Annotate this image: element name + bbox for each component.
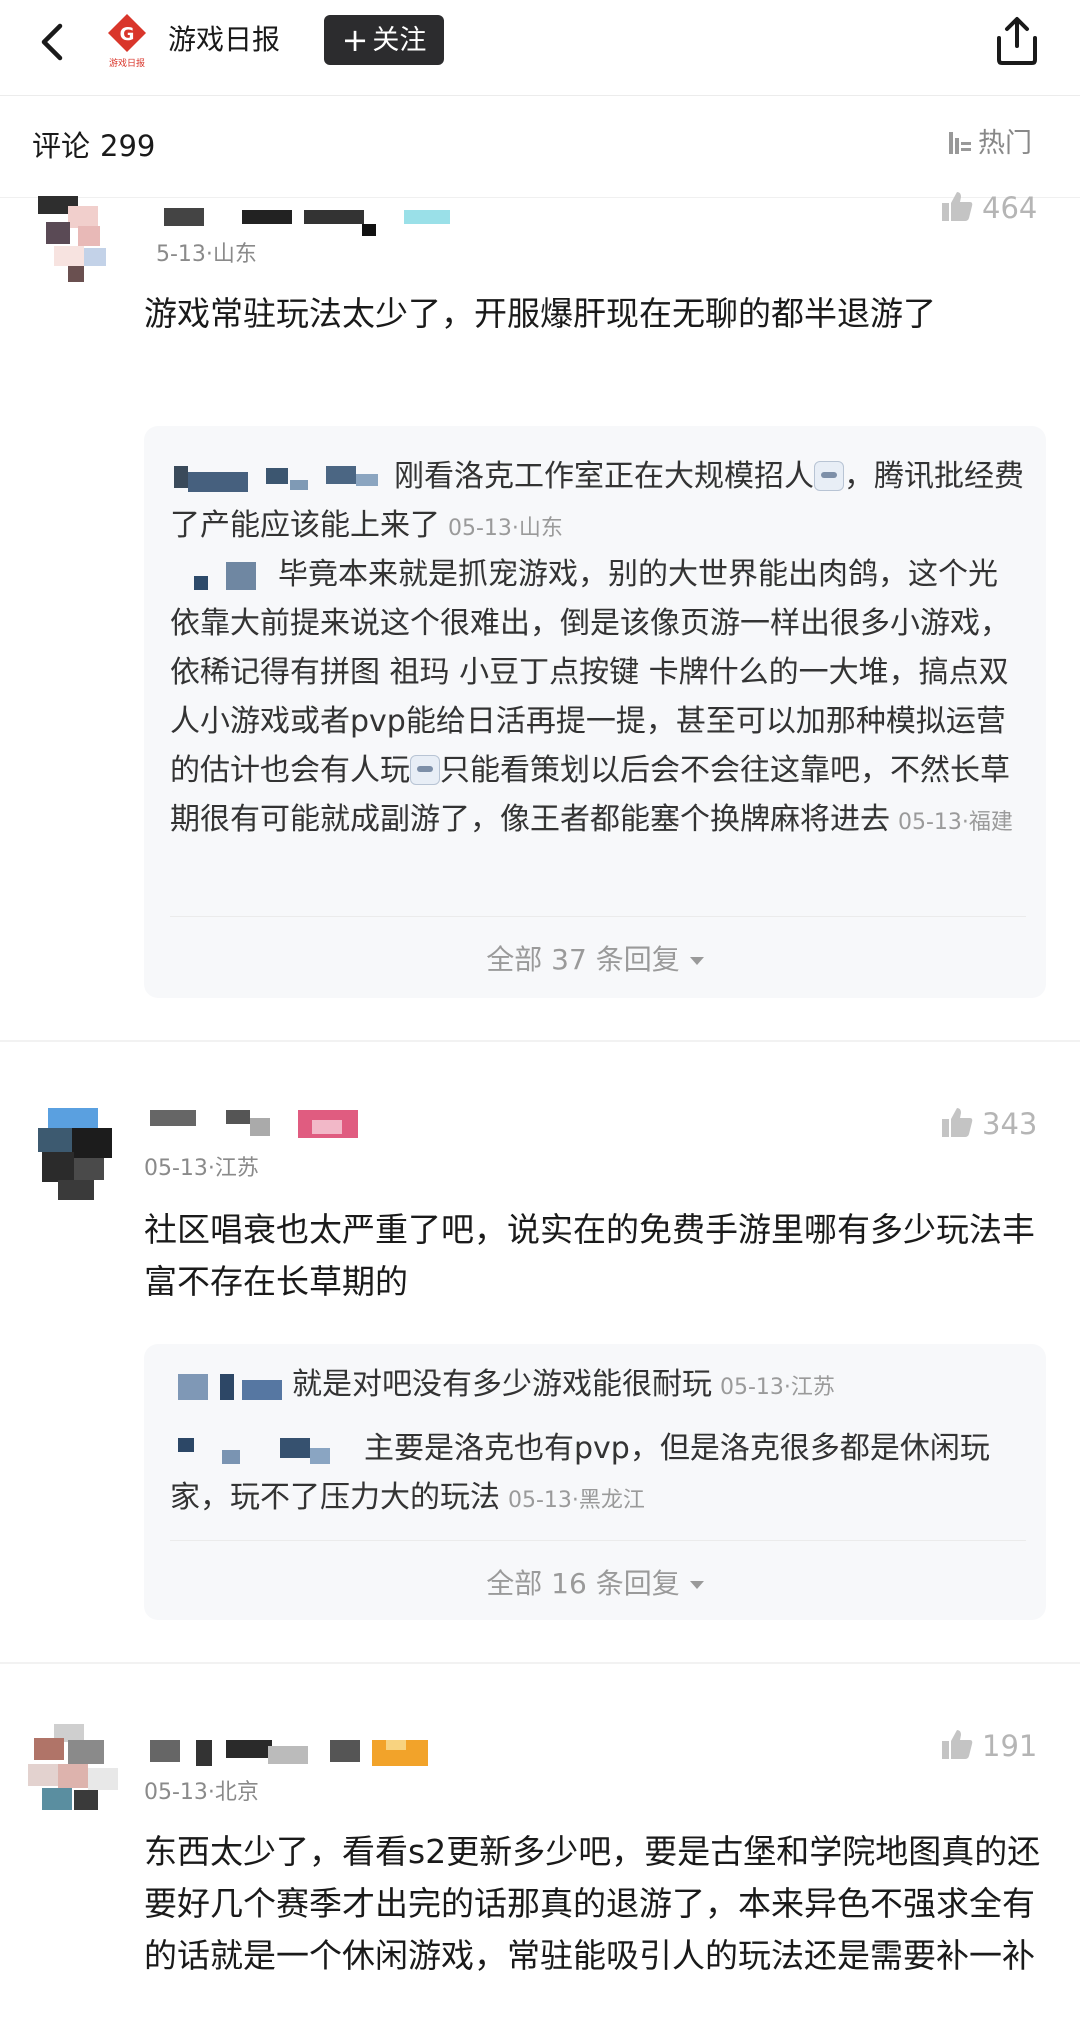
like-button[interactable]: 191 <box>940 1726 1037 1766</box>
reply-username-masked <box>170 1370 292 1400</box>
reply-text: 刚看洛克工作室正在大规模招人 <box>394 459 814 494</box>
username-masked[interactable] <box>150 1110 410 1138</box>
avatar[interactable] <box>28 1724 124 1820</box>
reply-item[interactable]: 主要是洛克也有pvp，但是洛克很多都是休闲玩家，玩不了压力大的玩法 05-13·黑… <box>170 1424 1026 1525</box>
like-count: 464 <box>982 191 1038 225</box>
reply-thread: 刚看洛克工作室正在大规模招人 ，腾讯批经费了产能应该能上来了 05-13·山东 毕竟… <box>144 426 1046 998</box>
sort-toggle[interactable]: 热门 <box>944 124 1032 164</box>
reply-text: 就是对吧没有多少游戏能很耐玩 <box>292 1367 712 1402</box>
avatar[interactable] <box>28 196 124 292</box>
reply-item[interactable]: 刚看洛克工作室正在大规模招人 ，腾讯批经费了产能应该能上来了 05-13·山东 <box>170 452 1026 553</box>
logo-caption: 游戏日报 <box>109 57 145 69</box>
follow-button[interactable]: + 关注 <box>324 15 444 65</box>
like-count: 191 <box>982 1729 1038 1763</box>
view-all-replies-button[interactable]: 全部 37 条回复 <box>144 940 1046 980</box>
comment-text[interactable]: 社区唱衰也太严重了吧，说实在的免费手游里哪有多少玩法丰富不存在长草期的 <box>144 1204 1044 1308</box>
view-all-replies-button[interactable]: 全部 16 条回复 <box>144 1564 1046 1604</box>
comment-count: 评论 299 <box>32 126 155 166</box>
account-name[interactable]: 游戏日报 <box>168 20 280 60</box>
account-logo[interactable]: G 游戏日报 <box>104 12 150 70</box>
reply-username-masked <box>170 560 278 590</box>
sort-label: 热门 <box>978 128 1032 159</box>
thumbs-up-icon <box>942 1108 973 1137</box>
reply-username-masked <box>170 1434 364 1464</box>
reply-meta: 05-13·江苏 <box>720 1375 835 1400</box>
follow-label: 关注 <box>372 25 427 56</box>
reply-thread: 就是对吧没有多少游戏能很耐玩 05-13·江苏 主要是洛克也有pvp，但是洛克很多… <box>144 1344 1046 1620</box>
username-masked[interactable] <box>150 1740 440 1766</box>
divider <box>170 1540 1026 1541</box>
comment-meta: 05-13·江苏 <box>144 1156 259 1181</box>
username-masked[interactable] <box>164 206 464 236</box>
reply-item[interactable]: 毕竟本来就是抓宠游戏，别的大世界能出肉鸽，这个光依靠大前提来说这个很难出，倒是该… <box>170 550 1026 847</box>
reply-meta: 05-13·福建 <box>898 810 1013 835</box>
logo-letter: G <box>120 24 135 45</box>
reply-item[interactable]: 就是对吧没有多少游戏能很耐玩 05-13·江苏 <box>170 1360 1026 1412</box>
divider <box>0 1040 1080 1042</box>
comment-count-number: 299 <box>100 129 156 163</box>
chevron-down-icon <box>689 957 704 965</box>
reply-meta: 05-13·山东 <box>448 516 563 541</box>
like-count: 343 <box>982 1107 1038 1141</box>
like-button[interactable]: 343 <box>940 1104 1037 1144</box>
comment-meta: 5-13·山东 <box>156 242 257 267</box>
thumbs-up-icon <box>942 1730 973 1759</box>
plus-icon: + <box>341 21 369 59</box>
chevron-down-icon <box>689 1581 704 1589</box>
divider <box>0 1662 1080 1664</box>
back-arrow-icon[interactable] <box>30 18 78 66</box>
comments-header: 评论 299 热门 <box>0 96 1080 198</box>
view-all-replies-label: 全部 16 条回复 <box>486 1567 680 1600</box>
thumbs-up-icon <box>942 192 973 221</box>
comment-count-label: 评论 <box>32 129 91 163</box>
comment-text[interactable]: 东西太少了，看看s2更新多少吧，要是古堡和学院地图真的还要好几个赛季才出完的话那… <box>144 1826 1044 1982</box>
reply-meta: 05-13·黑龙江 <box>508 1488 645 1513</box>
emoji-icon <box>814 461 844 491</box>
avatar[interactable] <box>28 1108 124 1204</box>
sort-icon <box>949 132 971 154</box>
top-bar: G 游戏日报 游戏日报 + 关注 <box>0 0 1080 96</box>
like-button[interactable]: 464 <box>940 188 1037 228</box>
view-all-replies-label: 全部 37 条回复 <box>486 943 680 976</box>
share-icon[interactable] <box>992 14 1042 68</box>
comment-text[interactable]: 游戏常驻玩法太少了，开服爆肝现在无聊的都半退游了 <box>144 288 1044 340</box>
emoji-icon <box>410 755 440 785</box>
divider <box>170 916 1026 917</box>
reply-username-masked <box>170 462 394 492</box>
comment-meta: 05-13·北京 <box>144 1780 259 1805</box>
